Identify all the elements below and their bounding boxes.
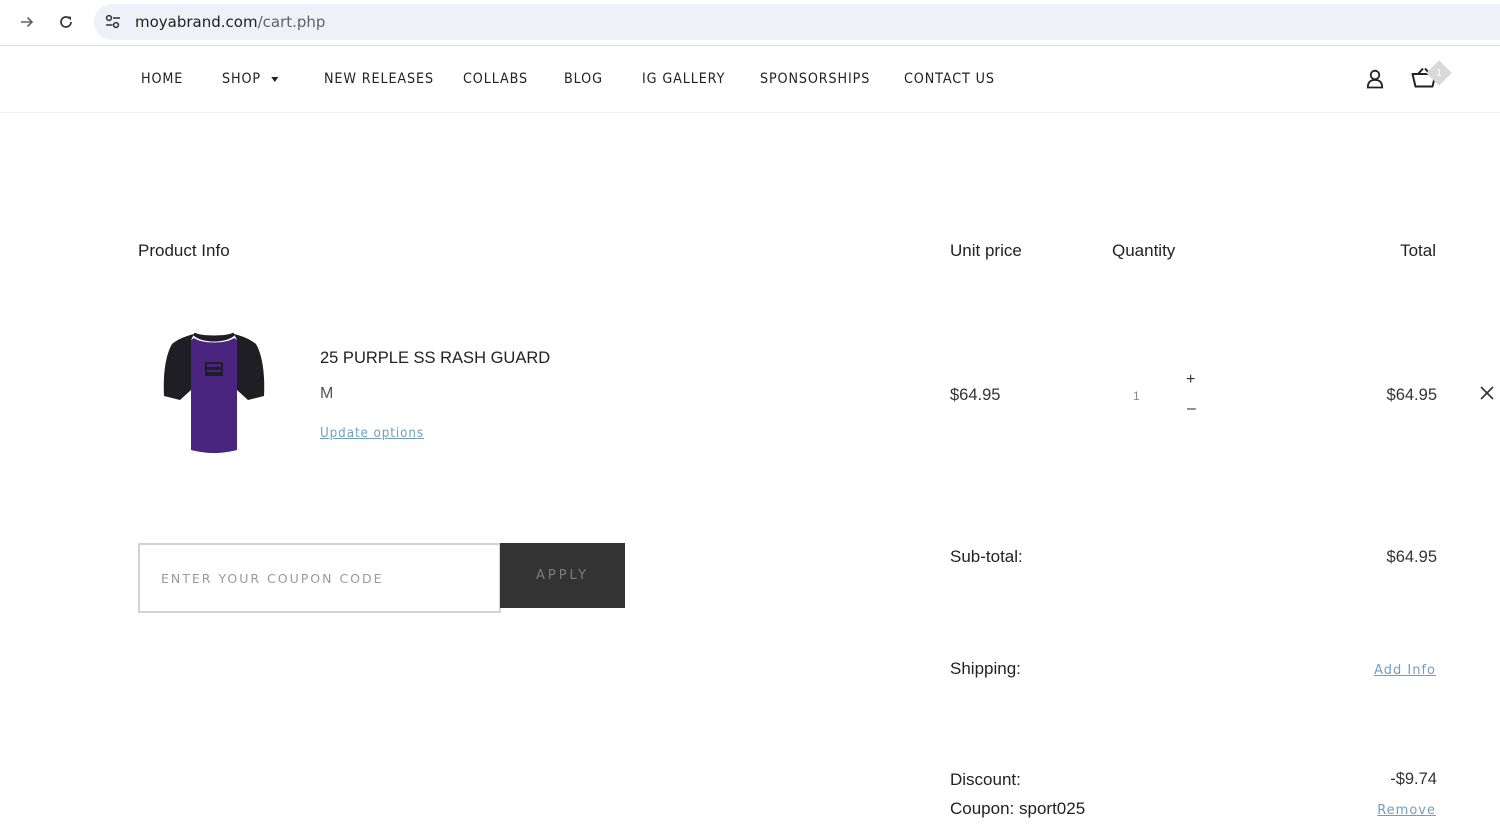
- nav-item-collabs[interactable]: COLLABS: [463, 71, 552, 87]
- reload-icon[interactable]: [52, 9, 80, 35]
- forward-icon[interactable]: [13, 9, 41, 35]
- discount-label: Discount:: [950, 770, 1021, 789]
- cart-count: 1: [1436, 68, 1442, 79]
- header-quantity: Quantity: [1112, 241, 1176, 260]
- header-product-info: Product Info: [138, 241, 230, 260]
- url-path: /cart.php: [257, 13, 326, 31]
- product-name[interactable]: 25 PURPLE SS RASH GUARD: [320, 349, 550, 368]
- header-unit-price: Unit price: [950, 241, 1022, 260]
- shipping-label: Shipping:: [950, 659, 1021, 678]
- coupon-code-input[interactable]: [138, 543, 501, 613]
- remove-item-icon[interactable]: [1479, 385, 1495, 401]
- quantity-decrease-button[interactable]: –: [1187, 400, 1196, 418]
- add-shipping-info-link[interactable]: Add Info: [1374, 663, 1436, 678]
- quantity-value[interactable]: 1: [1133, 389, 1140, 403]
- nav-item-home[interactable]: HOME: [141, 71, 212, 87]
- line-total: $64.95: [1386, 386, 1437, 404]
- subtotal-value: $64.95: [1386, 548, 1437, 566]
- discount-value: -$9.74: [1390, 770, 1437, 788]
- nav-item-new-releases[interactable]: NEW RELEASES: [324, 71, 446, 87]
- nav-item-shop-label: SHOP: [222, 71, 261, 87]
- nav-item-shop[interactable]: SHOP: [222, 71, 312, 87]
- nav-item-contact-us[interactable]: CONTACT US: [904, 71, 1001, 87]
- subtotal-label: Sub-total:: [950, 547, 1023, 566]
- browser-toolbar: moyabrand.com/cart.php: [0, 0, 1500, 46]
- header-total: Total: [1400, 241, 1436, 260]
- address-bar[interactable]: moyabrand.com/cart.php: [94, 4, 1500, 40]
- quantity-increase-button[interactable]: +: [1186, 371, 1195, 389]
- nav-item-sponsorships[interactable]: SPONSORSHIPS: [760, 71, 887, 87]
- site-settings-icon[interactable]: [104, 12, 122, 32]
- main-nav: HOME SHOP NEW RELEASES COLLABS BLOG IG G…: [141, 71, 1014, 87]
- url-text[interactable]: moyabrand.com/cart.php: [135, 13, 325, 31]
- product-image[interactable]: [160, 330, 268, 456]
- unit-price: $64.95: [950, 386, 1001, 404]
- remove-coupon-link[interactable]: Remove: [1377, 803, 1436, 818]
- user-icon[interactable]: [1366, 69, 1384, 89]
- update-options-link[interactable]: Update options: [320, 426, 424, 441]
- url-host: moyabrand.com: [135, 13, 258, 31]
- product-variant: M: [320, 385, 334, 402]
- site-header: HOME SHOP NEW RELEASES COLLABS BLOG IG G…: [0, 47, 1500, 113]
- coupon-applied-label: Coupon: sport025: [950, 799, 1086, 818]
- nav-item-ig-gallery[interactable]: IG GALLERY: [642, 71, 746, 87]
- apply-coupon-button[interactable]: APPLY: [500, 543, 625, 608]
- chevron-down-icon: [271, 76, 279, 82]
- nav-item-blog[interactable]: BLOG: [564, 71, 633, 87]
